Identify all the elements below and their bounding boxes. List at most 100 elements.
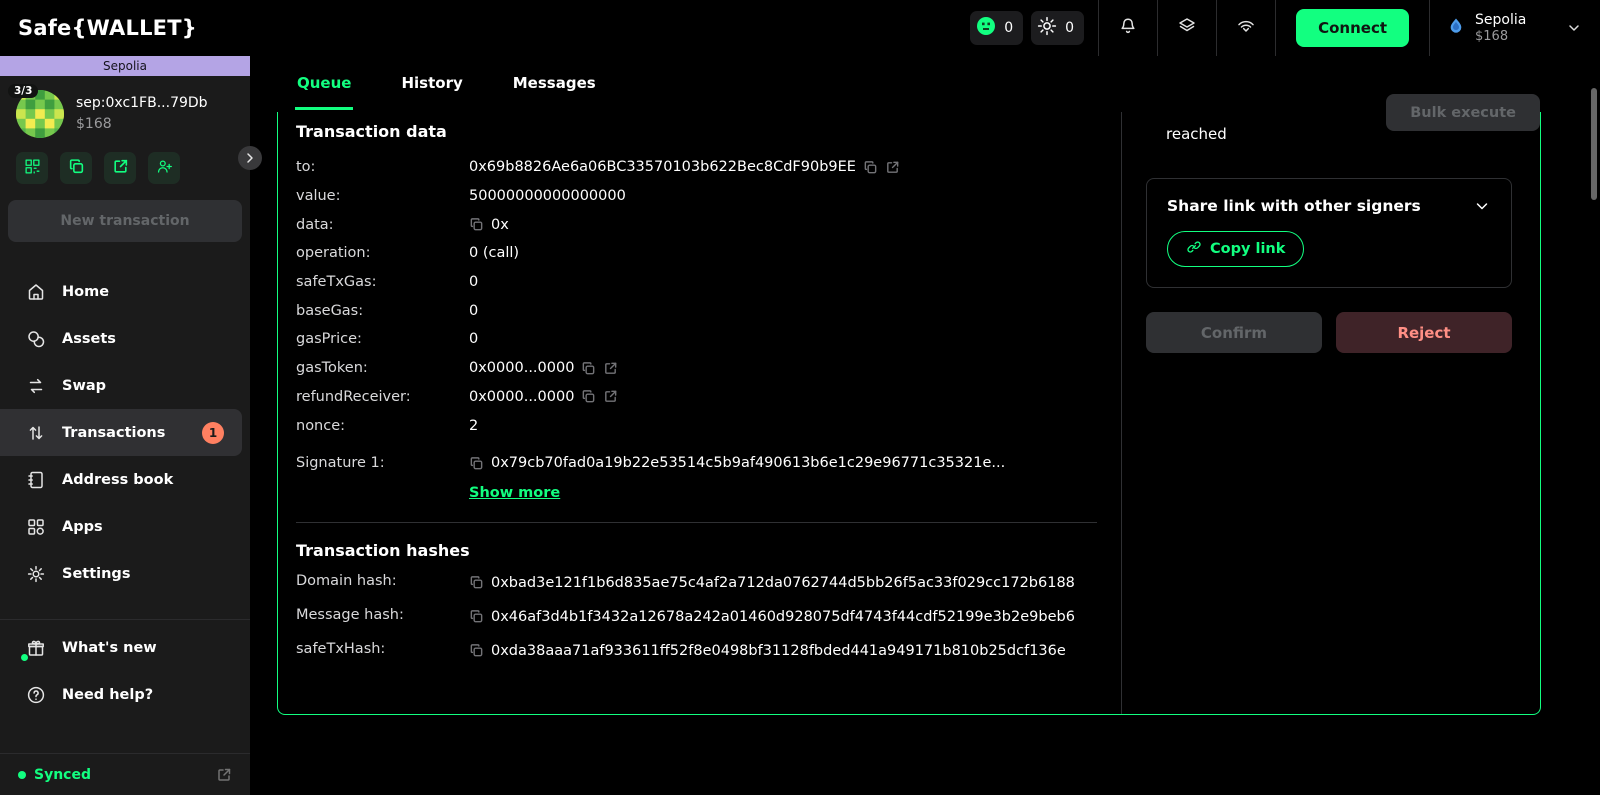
threshold-badge: 3/3 xyxy=(8,84,39,98)
copy-link-label: Copy link xyxy=(1210,241,1286,257)
hash-value: 0xbad3e121f1b6d835ae75c4af2a712da0762744… xyxy=(491,575,1075,592)
safe-header: 3/3 sep:0xc1FB...79Db $168 xyxy=(0,76,262,170)
connect-wallet-button[interactable]: Connect xyxy=(1296,9,1409,47)
copy-icon[interactable] xyxy=(863,160,878,175)
safe-token-badge[interactable]: 0 xyxy=(970,11,1024,45)
copy-icon[interactable] xyxy=(469,456,484,471)
external-link-icon[interactable] xyxy=(885,160,900,175)
sidebar-item-address-book[interactable]: Address book xyxy=(0,456,250,503)
external-link-icon[interactable] xyxy=(216,767,232,783)
row-key: gasPrice: xyxy=(296,331,362,348)
sidebar-item-home[interactable]: Home xyxy=(0,268,250,315)
sidebar-nav: Home Assets Swap Transactions 1 Address … xyxy=(0,268,250,718)
question-icon xyxy=(26,685,46,705)
row-value: 0 xyxy=(469,331,479,348)
sidebar-item-label: Address book xyxy=(62,471,174,488)
row-value: 50000000000000000 xyxy=(469,188,626,205)
new-transaction-button[interactable]: New transaction xyxy=(8,200,242,242)
sidebar-item-label: Assets xyxy=(62,330,116,347)
hash-row-safetxhash: safeTxHash: 0xda38aaa71af933611ff52f8e04… xyxy=(296,640,1097,662)
walletconnect-button[interactable] xyxy=(1217,0,1275,56)
copy-icon[interactable] xyxy=(581,361,596,376)
topbar: Safe{WALLET} 0 0 Connect Sepolia $168 xyxy=(0,0,1600,56)
home-icon xyxy=(26,282,46,302)
tx-row-value: value: 50000000000000000 xyxy=(296,182,1097,211)
layers-icon xyxy=(1177,16,1197,40)
sidebar: Sepolia 3/3 sep:0xc1FB...79Db $168 New t… xyxy=(0,56,262,795)
tab-messages[interactable]: Messages xyxy=(511,56,598,110)
chevron-down-icon[interactable] xyxy=(1473,197,1491,215)
copy-icon[interactable] xyxy=(469,575,484,590)
tx-row-data: data: 0x xyxy=(296,210,1097,239)
need-help-label: Need help? xyxy=(62,686,154,703)
sidebar-item-swap[interactable]: Swap xyxy=(0,362,250,409)
bell-icon xyxy=(1118,16,1138,40)
row-key: Domain hash: xyxy=(296,573,397,590)
safe-logo: Safe{WALLET} xyxy=(18,16,197,40)
topbar-badges: 0 0 xyxy=(970,11,1085,45)
row-key: safeTxGas: xyxy=(296,274,377,291)
confirmation-panel: reached Share link with other signers Co… xyxy=(1121,112,1540,714)
chevron-down-icon xyxy=(1566,20,1582,36)
points-count: 0 xyxy=(1065,20,1075,36)
copy-icon[interactable] xyxy=(469,217,484,232)
tab-history[interactable]: History xyxy=(399,56,464,110)
safe-quick-actions xyxy=(0,138,250,184)
sidebar-item-label: Swap xyxy=(62,377,107,394)
external-link-icon[interactable] xyxy=(603,389,618,404)
batch-button[interactable] xyxy=(1158,0,1216,56)
notifications-button[interactable] xyxy=(1099,0,1157,56)
copy-icon xyxy=(68,158,85,179)
open-explorer-button[interactable] xyxy=(104,152,136,184)
row-value: 0x0000...0000 xyxy=(469,360,575,377)
whats-new-notification-dot xyxy=(21,654,28,661)
safe-token-count: 0 xyxy=(1004,20,1014,36)
sidebar-item-label: Apps xyxy=(62,518,103,535)
sidebar-item-apps[interactable]: Apps xyxy=(0,503,250,550)
reject-button[interactable]: Reject xyxy=(1336,312,1512,353)
external-link-icon[interactable] xyxy=(603,361,618,376)
apps-icon xyxy=(26,517,46,537)
copy-address-button[interactable] xyxy=(60,152,92,184)
qr-code-icon xyxy=(24,158,41,179)
sidebar-item-transactions[interactable]: Transactions 1 xyxy=(0,409,242,456)
confirm-button[interactable]: Confirm xyxy=(1146,312,1322,353)
sidebar-item-assets[interactable]: Assets xyxy=(0,315,250,362)
show-more-link[interactable]: Show more xyxy=(469,485,560,501)
section-divider xyxy=(296,522,1097,524)
sync-status-label[interactable]: Synced xyxy=(34,767,91,783)
link-icon xyxy=(1186,239,1202,259)
queue-count-badge: 1 xyxy=(202,421,224,444)
gear-icon xyxy=(26,564,46,584)
row-value: 0x0000...0000 xyxy=(469,388,575,405)
tab-queue[interactable]: Queue xyxy=(295,56,353,110)
tx-row-basegas: baseGas: 0 xyxy=(296,296,1097,325)
copy-icon[interactable] xyxy=(469,643,484,658)
sepolia-network-icon xyxy=(1446,16,1466,40)
swap-icon xyxy=(26,376,46,396)
walletconnect-icon xyxy=(1235,15,1257,41)
row-key: Signature 1: xyxy=(296,455,385,472)
transaction-data-title: Transaction data xyxy=(296,122,447,141)
safe-address: sep:0xc1FB...79Db xyxy=(76,95,208,111)
copy-icon[interactable] xyxy=(469,609,484,624)
points-badge[interactable]: 0 xyxy=(1031,11,1085,45)
external-link-icon xyxy=(112,158,129,179)
threshold-reached-text: reached xyxy=(1166,125,1227,143)
hash-value: 0x46af3d4b1f3432a12678a242a01460d928075d… xyxy=(491,609,1075,626)
row-value: 0 xyxy=(469,302,479,319)
network-selector[interactable]: Sepolia $168 xyxy=(1430,0,1600,56)
sidebar-footer: Synced xyxy=(0,753,250,795)
qr-code-button[interactable] xyxy=(16,152,48,184)
sidebar-item-settings[interactable]: Settings xyxy=(0,550,250,597)
page-scrollbar[interactable] xyxy=(1591,88,1597,200)
whats-new-button[interactable]: What's new xyxy=(0,624,250,671)
members-button[interactable] xyxy=(148,152,180,184)
need-help-button[interactable]: Need help? xyxy=(0,671,250,718)
tx-row-gastoken: gasToken: 0x0000...0000 xyxy=(296,354,1097,383)
row-key: to: xyxy=(296,159,316,176)
copy-icon[interactable] xyxy=(581,389,596,404)
row-value: 0x69b8826Ae6a06BC33570103b622Bec8CdF90b9… xyxy=(469,159,856,176)
sidebar-collapse-button[interactable] xyxy=(238,146,262,170)
copy-link-button[interactable]: Copy link xyxy=(1167,231,1305,267)
